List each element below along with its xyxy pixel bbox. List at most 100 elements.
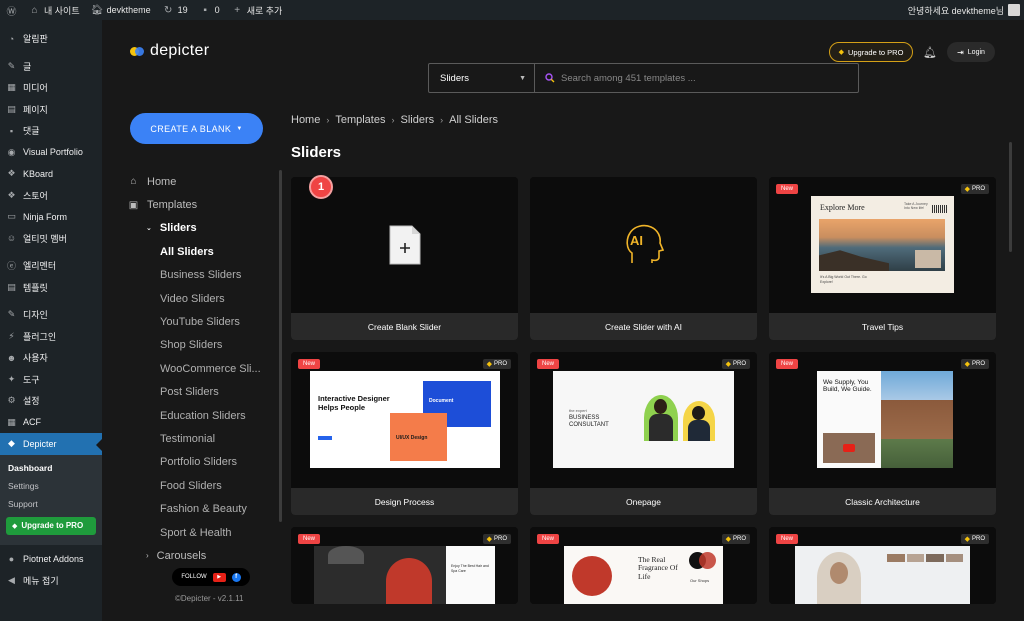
depicter-logo[interactable]: depicter (130, 42, 209, 60)
login-button[interactable]: ⇥ Login (947, 42, 995, 62)
slider-category-item[interactable]: WooCommerce Sli... (128, 357, 278, 380)
new-badge: New (537, 534, 560, 544)
wp-menu-depicter[interactable]: ◆ Depicter (0, 433, 102, 455)
acf-icon: ▦ (7, 416, 16, 427)
sidebar-scrollbar[interactable] (279, 170, 282, 522)
diamond-icon: ◆ (486, 536, 492, 543)
wp-menu-list: ◔ 알림판 ✎ 글 ▦ 미디어 ▤ 페이지 ▪ 댓글 ◉ Visual Portfolio ❖ KBoar… (0, 28, 102, 433)
wp-menu-item[interactable]: ✎ 글 (0, 56, 102, 78)
wp-menu-item[interactable]: ▤ 템플릿 (0, 277, 102, 299)
wp-menu-label: 페이지 (23, 104, 48, 115)
new-badge: New (537, 359, 560, 369)
wp-menu-label: 사용자 (23, 353, 48, 364)
depicter-logo-icon (130, 44, 144, 58)
new-badge: New (298, 359, 321, 369)
new-badge: New (298, 534, 321, 544)
template-card-classic-architecture[interactable]: New ◆ PRO We Supply, You Build, We Guide.… (769, 352, 996, 515)
main-scrollbar[interactable] (1009, 142, 1012, 252)
theme-link[interactable]: 🏠︎ devktheme (86, 0, 157, 20)
wp-admin-bar: Ⓦ ⌂ 내 사이트 🏠︎ devktheme ↻ 19 ▪ 0 + 새로 추가 안녕하세요… (0, 0, 1024, 20)
slider-category-item[interactable]: Fashion & Beauty (128, 497, 278, 520)
breadcrumb-templates[interactable]: Templates (335, 114, 385, 126)
slider-category-item[interactable]: Sport & Health (128, 521, 278, 544)
submenu-dashboard[interactable]: Dashboard (0, 459, 102, 477)
wp-menu-item[interactable]: ◉ Visual Portfolio (0, 142, 102, 164)
breadcrumb: Home › Templates › Sliders › All Sliders (291, 114, 498, 126)
breadcrumb-sliders[interactable]: Sliders (400, 114, 434, 126)
wp-menu-item[interactable]: ⓔ 엘리멘터 (0, 255, 102, 277)
nav-carousels[interactable]: › Carousels (128, 544, 278, 567)
template-card-fragrance[interactable]: New ◆ PRO The Real Fragrance Of Life Our … (530, 527, 757, 604)
avatar[interactable] (1008, 4, 1020, 16)
comments-link[interactable]: ▪ 0 (194, 0, 226, 20)
facebook-icon[interactable]: f (231, 572, 241, 582)
new-content-link[interactable]: + 새로 추가 (226, 0, 289, 20)
nav-sliders[interactable]: ⌄ Sliders (128, 217, 278, 240)
template-card-hair-spa[interactable]: New ◆ PRO Enjoy The Best Hair and Spa Car… (291, 527, 518, 604)
submenu-settings[interactable]: Settings (0, 477, 102, 495)
slider-category-item[interactable]: Shop Sliders (128, 334, 278, 357)
category-select[interactable]: Sliders ▼ (429, 64, 535, 92)
form-icon: ▭ (7, 211, 16, 222)
wp-menu-label: 미디어 (23, 83, 48, 94)
card-thumbnail: New ◆ PRO Interactive Designer Helps Peop… (291, 352, 518, 488)
slider-category-item[interactable]: Business Sliders (128, 264, 278, 287)
breadcrumb-home[interactable]: Home (291, 114, 320, 126)
new-badge: New (776, 184, 799, 194)
template-card-design-process[interactable]: New ◆ PRO Interactive Designer Helps Peop… (291, 352, 518, 515)
wp-menu-label: KBoard (23, 168, 54, 179)
slider-category-item[interactable]: Portfolio Sliders (128, 451, 278, 474)
wp-menu-item[interactable]: ▭ Ninja Form (0, 206, 102, 228)
card-thumbnail: New ◆ PRO the expert BUSINESS CONSULTANT (530, 352, 757, 488)
template-card-travel-tips[interactable]: New ◆ PRO Explore More Take A Journey Int… (769, 177, 996, 340)
wp-menu-item[interactable]: ❖ 스토어 (0, 185, 102, 207)
youtube-icon[interactable]: ▶ (212, 572, 226, 582)
wp-menu-item[interactable]: ✦ 도구 (0, 369, 102, 391)
wp-menu-item[interactable]: ▪ 댓글 (0, 120, 102, 142)
wp-menu-item[interactable]: ☺ 얼티밋 멤버 (0, 228, 102, 250)
wp-menu-item[interactable]: ▦ 미디어 (0, 77, 102, 99)
wp-menu-collapse[interactable]: ◀ 메뉴 접기 (0, 570, 102, 592)
wp-menu-item[interactable]: ⚡ 플러그인 (0, 326, 102, 348)
search-input[interactable]: Search among 451 templates ... (535, 73, 858, 84)
ai-text: AI (630, 233, 643, 248)
wp-menu-item[interactable]: ✎ 디자인 (0, 304, 102, 326)
wp-menu-item[interactable]: ⚙ 설정 (0, 390, 102, 412)
slider-category-item[interactable]: YouTube Sliders (128, 310, 278, 333)
wp-menu-piotnet[interactable]: ● Piotnet Addons (0, 549, 102, 571)
updates-link[interactable]: ↻ 19 (157, 0, 194, 20)
wp-menu-item[interactable]: ◔ 알림판 (0, 28, 102, 50)
elementor-icon: ⓔ (6, 261, 16, 272)
nav-templates[interactable]: ▣ Templates (128, 193, 278, 216)
pin-icon: ✎ (7, 60, 16, 71)
notification-bell-icon[interactable]: 🔔︎ (922, 44, 938, 60)
site-name-link[interactable]: ⌂ 내 사이트 (23, 0, 86, 20)
submenu-support[interactable]: Support (0, 495, 102, 513)
wp-menu-item[interactable]: ▤ 페이지 (0, 99, 102, 121)
template-card-blank[interactable]: Create Blank Slider (291, 177, 518, 340)
wp-menu-item[interactable]: ☻ 사용자 (0, 347, 102, 369)
wp-admin-menu: ◔ 알림판 ✎ 글 ▦ 미디어 ▤ 페이지 ▪ 댓글 ◉ Visual Portfolio ❖ KBoar… (0, 20, 102, 621)
wp-upgrade-pro-button[interactable]: ◆ Upgrade to PRO (6, 516, 96, 535)
template-preview: Interactive Designer Helps People Docume… (310, 371, 500, 468)
account-greeting[interactable]: 안녕하세요 devktheme님 (908, 4, 1004, 17)
slider-category-item[interactable]: Video Sliders (128, 287, 278, 310)
kboard-icon: ❖ (7, 168, 16, 179)
template-card-ai[interactable]: AI Create Slider with AI (530, 177, 757, 340)
slider-category-item[interactable]: Testimonial (128, 427, 278, 450)
brush-icon: ✎ (7, 309, 16, 320)
slider-category-item[interactable]: Post Sliders (128, 381, 278, 404)
create-blank-button[interactable]: CREATE A BLANK ▼ (130, 113, 263, 144)
template-card-portrait[interactable]: New ◆ PRO (769, 527, 996, 604)
slider-category-item[interactable]: Education Sliders (128, 404, 278, 427)
nav-home[interactable]: ⌂ Home (128, 170, 278, 193)
wp-menu-item[interactable]: ❖ KBoard (0, 163, 102, 185)
template-card-onepage[interactable]: New ◆ PRO the expert BUSINESS CONSULTANT … (530, 352, 757, 515)
preview-person-2 (683, 401, 715, 441)
upgrade-pro-button[interactable]: ◆ Upgrade to PRO (829, 42, 913, 62)
slider-category-item[interactable]: All Sliders (128, 240, 278, 263)
wp-menu-item[interactable]: ▦ ACF (0, 412, 102, 434)
slider-category-item[interactable]: Food Sliders (128, 474, 278, 497)
collapse-icon: ◀ (8, 575, 15, 586)
wordpress-logo-icon[interactable]: Ⓦ (0, 0, 23, 20)
